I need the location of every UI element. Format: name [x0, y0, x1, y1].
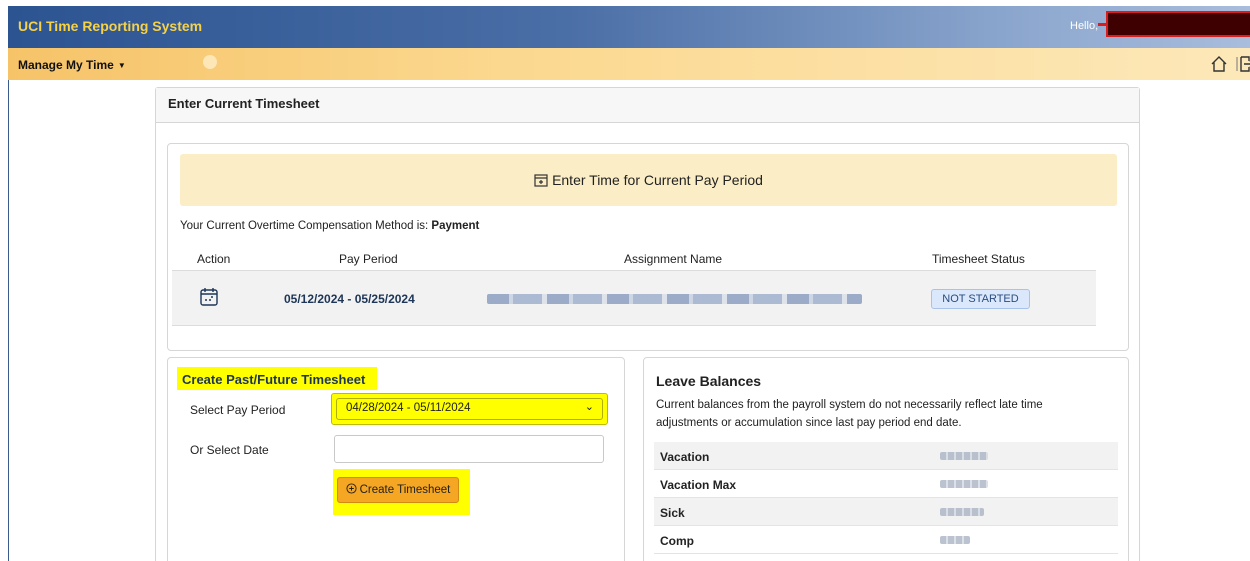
leave-type: Comp: [660, 534, 694, 548]
create-button-label: Create Timesheet: [359, 484, 451, 496]
chevron-down-icon: ▼: [117, 61, 126, 70]
greeting: Hello,: [1070, 20, 1099, 32]
enter-time-label: Enter Time for Current Pay Period: [552, 172, 763, 188]
overtime-method-label: Your Current Overtime Compensation Metho…: [180, 220, 432, 232]
select-highlight: 04/28/2024 - 05/11/2024 ⌄: [331, 393, 608, 425]
left-border: [8, 80, 9, 561]
current-period-card: Enter Time for Current Pay Period Your C…: [167, 143, 1129, 351]
list-item: Vacation Max: [654, 470, 1118, 498]
calendar-edit-icon[interactable]: [199, 287, 219, 307]
table-row: 05/12/2024 - 05/25/2024 NOT STARTED: [172, 270, 1096, 326]
calendar-plus-icon: [534, 174, 548, 187]
pay-period-select[interactable]: 04/28/2024 - 05/11/2024 ⌄: [336, 398, 603, 420]
leave-value-redacted: [940, 480, 988, 488]
chevron-down-icon: ⌄: [584, 401, 594, 413]
leave-type: Vacation: [660, 450, 710, 464]
menu-label: Manage My Time: [18, 58, 114, 72]
column-header-status: Timesheet Status: [932, 252, 1025, 266]
select-pay-period-label: Select Pay Period: [190, 403, 286, 417]
nav-bar: Manage My Time ▼: [8, 48, 1250, 80]
status-badge: NOT STARTED: [931, 289, 1030, 309]
manage-my-time-menu[interactable]: Manage My Time ▼: [18, 58, 126, 72]
pay-period-value: 05/12/2024 - 05/25/2024: [284, 292, 415, 306]
logout-icon[interactable]: [1236, 55, 1250, 73]
overtime-method-value: Payment: [431, 220, 480, 232]
nav-decoration: [203, 55, 217, 69]
leave-type: Vacation Max: [660, 478, 737, 492]
create-timesheet-card: Create Past/Future Timesheet Select Pay …: [167, 357, 625, 561]
app-title[interactable]: UCI Time Reporting System: [18, 18, 202, 34]
list-item: Sick: [654, 498, 1118, 526]
leave-balances-card: Leave Balances Current balances from the…: [643, 357, 1129, 561]
leave-balances-title: Leave Balances: [656, 373, 762, 389]
select-date-label: Or Select Date: [190, 443, 269, 457]
leave-value-redacted: [940, 536, 970, 544]
column-header-pay-period: Pay Period: [339, 252, 398, 266]
assignment-name-redacted: [487, 294, 862, 304]
leave-type: Sick: [660, 506, 685, 520]
plus-circle-icon: [346, 483, 357, 494]
overtime-method: Your Current Overtime Compensation Metho…: [180, 220, 479, 232]
home-icon[interactable]: [1210, 55, 1228, 73]
leave-value-redacted: [940, 508, 984, 516]
selected-pay-period: 04/28/2024 - 05/11/2024: [346, 402, 471, 414]
list-item: Vacation: [654, 442, 1118, 470]
card-title: Enter Current Timesheet: [156, 88, 1139, 123]
leave-value-redacted: [940, 452, 988, 460]
enter-time-button[interactable]: Enter Time for Current Pay Period: [180, 154, 1117, 206]
create-timesheet-title: Create Past/Future Timesheet: [177, 367, 378, 390]
date-field[interactable]: [334, 435, 604, 463]
create-timesheet-button[interactable]: Create Timesheet: [337, 477, 459, 503]
user-name-redacted: [1106, 11, 1250, 37]
list-item: Comp: [654, 526, 1118, 554]
button-highlight: Create Timesheet: [333, 469, 470, 515]
leave-balances-table: Vacation Vacation Max Sick Comp: [654, 442, 1118, 554]
app-header: UCI Time Reporting System Hello,: [8, 6, 1250, 48]
column-header-assignment: Assignment Name: [624, 252, 723, 266]
leave-balances-description: Current balances from the payroll system…: [656, 399, 1043, 429]
column-header-action: Action: [197, 252, 231, 266]
